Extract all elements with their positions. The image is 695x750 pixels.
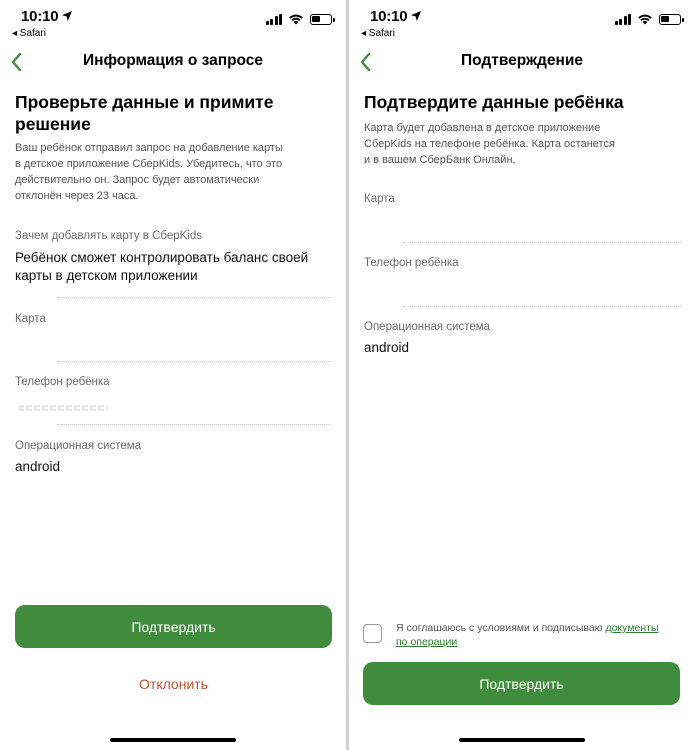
phone-label: Телефон ребёнка bbox=[364, 257, 459, 269]
cellular-signal-icon bbox=[265, 13, 282, 25]
system-icons bbox=[265, 12, 335, 26]
heading-line-1: Проверьте данные и примите bbox=[15, 92, 274, 112]
os-value: android bbox=[364, 340, 410, 355]
reason-value-line-1: Ребёнок сможет контролировать баланс сво… bbox=[15, 250, 309, 265]
status-time: 10:10 bbox=[21, 8, 59, 25]
field-divider bbox=[403, 242, 681, 243]
page-title: Информация о запросе bbox=[82, 52, 264, 69]
operation-link[interactable]: по операции bbox=[396, 636, 457, 648]
page-title: Подтверждение bbox=[460, 52, 583, 69]
description-line: Карта будет добавлена в детское приложен… bbox=[364, 122, 601, 134]
card-label: Карта bbox=[15, 313, 46, 325]
phone-value-hidden bbox=[18, 405, 108, 411]
field-divider bbox=[57, 297, 331, 298]
confirm-button[interactable]: Подтвердить bbox=[363, 662, 680, 705]
reason-label: Зачем добавлять карту в СберKids bbox=[15, 230, 203, 242]
cellular-signal-icon bbox=[614, 13, 631, 25]
description-line: и в вашем СберБанк Онлайн. bbox=[364, 154, 516, 166]
consent-text: Я соглашаюсь с условиями и подписываю до… bbox=[396, 621, 686, 649]
description-line: Ваш ребёнок отправил запрос на добавлени… bbox=[15, 142, 283, 154]
battery-icon bbox=[659, 13, 684, 25]
field-divider bbox=[57, 424, 331, 425]
field-divider bbox=[403, 306, 681, 307]
consent-checkbox[interactable] bbox=[363, 624, 382, 643]
home-indicator bbox=[110, 738, 236, 742]
status-time: 10:10 bbox=[370, 8, 408, 25]
description-line: в детское приложение СберKids. Убедитесь… bbox=[15, 158, 283, 170]
reason-value-line-2: карты в детском приложении bbox=[15, 268, 198, 283]
wifi-icon bbox=[289, 14, 303, 25]
status-bar: 10:10 ◂ Safari bbox=[349, 0, 695, 44]
request-info-screen: 10:10 ◂ Safari Информация о запросе Пров… bbox=[0, 0, 346, 750]
description-line: СберKids на телефоне ребёнка. Карта оста… bbox=[364, 138, 615, 150]
decline-button[interactable]: Отклонить bbox=[15, 676, 332, 692]
confirmation-screen: 10:10 ◂ Safari Подтверждение Подтвердите… bbox=[349, 0, 695, 750]
location-arrow-icon bbox=[62, 11, 72, 21]
phone-label: Телефон ребёнка bbox=[15, 376, 110, 388]
consent-label: Я соглашаюсь с условиями и подписываю bbox=[396, 622, 606, 634]
system-icons bbox=[614, 12, 684, 26]
back-to-safari-link[interactable]: ◂ Safari bbox=[12, 28, 46, 39]
heading-line-2: решение bbox=[15, 114, 91, 134]
confirm-button[interactable]: Подтвердить bbox=[15, 605, 332, 648]
description-line: действительно он. Запрос будет автоматич… bbox=[15, 174, 260, 186]
documents-link[interactable]: документы bbox=[605, 622, 658, 634]
os-value: android bbox=[15, 459, 61, 474]
status-bar: 10:10 ◂ Safari bbox=[0, 0, 346, 44]
back-to-safari-link[interactable]: ◂ Safari bbox=[361, 28, 395, 39]
description-line: отклонён через 23 часа. bbox=[15, 190, 139, 202]
card-label: Карта bbox=[364, 193, 395, 205]
wifi-icon bbox=[638, 14, 652, 25]
os-label: Операционная система bbox=[15, 440, 142, 452]
nav-bar: Информация о запросе bbox=[0, 46, 346, 78]
heading: Подтвердите данные ребёнка bbox=[364, 92, 624, 112]
home-indicator bbox=[459, 738, 585, 742]
location-arrow-icon bbox=[411, 11, 421, 21]
field-divider bbox=[57, 361, 331, 362]
os-label: Операционная система bbox=[364, 321, 491, 333]
nav-bar: Подтверждение bbox=[349, 46, 695, 78]
battery-icon bbox=[310, 13, 335, 25]
